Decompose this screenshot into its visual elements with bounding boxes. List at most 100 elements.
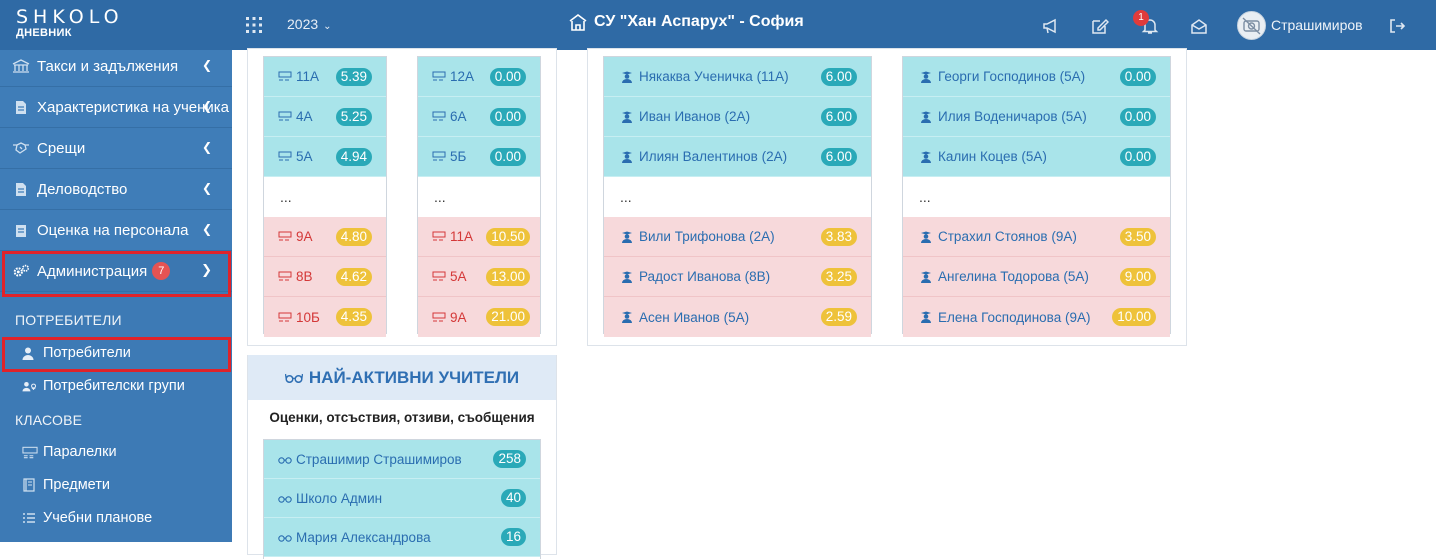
chevron-left-icon: ❮ [201, 181, 212, 195]
list-item[interactable]: Илия Воденичаров (5А) 0.00 [903, 97, 1170, 137]
list-item[interactable]: 9А 21.00 [418, 297, 540, 337]
clipboard-icon [12, 222, 30, 238]
list-item[interactable]: Радост Иванова (8В) 3.25 [604, 257, 871, 297]
sidebar-subitem-curricula[interactable]: Учебни планове [0, 503, 232, 533]
list-item[interactable]: Мария Александрова 16 [264, 518, 540, 557]
score-pill: 0.00 [1119, 67, 1156, 86]
score-pill: 0.00 [489, 147, 526, 166]
glasses-icon [278, 492, 292, 504]
apps-grid-icon[interactable] [246, 17, 262, 33]
teacher-name: Школо Админ [296, 490, 383, 506]
sidebar-item-meetings[interactable]: Срещи ❮ [0, 128, 232, 169]
student-icon [621, 311, 635, 323]
score-pill: 5.25 [335, 107, 372, 126]
highlight-box [2, 337, 231, 372]
list-item[interactable]: Вили Трифонова (2А) 3.83 [604, 217, 871, 257]
logo-text: SHKOLO [16, 6, 124, 28]
teachers-subtitle: Оценки, отсъствия, отзиви, съобщения [269, 410, 535, 425]
list-item[interactable]: Ангелина Тодорова (5А) 9.00 [903, 257, 1170, 297]
teachers-title: НАЙ-АКТИВНИ УЧИТЕЛИ [308, 367, 520, 387]
score-pill: 0.00 [1119, 147, 1156, 166]
camera-off-icon [1242, 17, 1261, 35]
student-icon [920, 111, 934, 123]
count-pill: 40 [500, 489, 526, 507]
sidebar-item-taxes[interactable]: Такси и задължения ❮ [0, 50, 232, 87]
glasses-icon [284, 373, 303, 383]
list-item[interactable]: 5А 13.00 [418, 257, 540, 297]
student-icon [920, 271, 934, 283]
school-name: СУ "Хан Аспарух" - София [594, 13, 804, 30]
classroom-icon [278, 231, 292, 243]
sidebar-item-characteristics[interactable]: Характеристика на ученика ❮ [0, 87, 232, 128]
list-item[interactable]: 9А 4.80 [264, 217, 386, 257]
class-list-absences: 12А 0.00 6А 0.00 5Б 0.00 ... 11А 10.50 5… [417, 56, 541, 337]
sidebar-item-label: Паралелки [43, 444, 117, 460]
classroom-icon [432, 151, 446, 163]
list-item[interactable]: 4А 5.25 [264, 97, 386, 137]
sidebar: Такси и задължения ❮ Характеристика на у… [0, 50, 232, 542]
sidebar-item-label: Потребителски групи [43, 378, 185, 394]
list-item[interactable]: Някаква Ученичка (11А) 6.00 [604, 57, 871, 97]
section-users-label: ПОТРЕБИТЕЛИ [15, 312, 122, 328]
list-item[interactable]: 12А 0.00 [418, 57, 540, 97]
score-pill: 10.50 [486, 227, 530, 246]
score-pill: 6.00 [820, 147, 857, 166]
document-icon [12, 99, 30, 115]
list-item[interactable]: Елена Господинова (9А) 10.00 [903, 297, 1170, 337]
file-icon [12, 181, 30, 197]
sidebar-item-records[interactable]: Деловодство ❮ [0, 169, 232, 210]
logout-icon[interactable] [1388, 17, 1406, 35]
chevron-left-icon: ❮ [201, 58, 212, 72]
class-name: 5Б [450, 149, 467, 164]
sidebar-subitem-classes[interactable]: Паралелки [0, 437, 232, 467]
username[interactable]: Страшимиров [1271, 17, 1363, 33]
glasses-icon [278, 453, 292, 465]
list-item[interactable]: Илиян Валентинов (2А) 6.00 [604, 137, 871, 177]
list-item[interactable]: Георги Господинов (5А) 0.00 [903, 57, 1170, 97]
student-name: Вили Трифонова (2А) [639, 229, 775, 244]
list-item[interactable]: 11А 10.50 [418, 217, 540, 257]
sidebar-subitem-subjects[interactable]: Предмети [0, 470, 232, 500]
list-item[interactable]: 5Б 0.00 [418, 137, 540, 177]
teachers-list: Страшимир Страшимиров 258 Школо Админ 40… [263, 439, 541, 559]
list-item[interactable]: 11А 5.39 [264, 57, 386, 97]
school-title: СУ "Хан Аспарух" - София [568, 13, 804, 31]
year-selector[interactable]: 2023 ⌄ [287, 16, 332, 32]
list-item[interactable]: Страхил Стоянов (9А) 3.50 [903, 217, 1170, 257]
list-item[interactable]: 8В 4.62 [264, 257, 386, 297]
list-item[interactable]: Школо Админ 40 [264, 479, 540, 518]
logo[interactable]: SHKOLO ДНЕВНИК [16, 7, 124, 39]
envelope-open-icon[interactable] [1190, 17, 1208, 35]
list-item[interactable]: Иван Иванов (2А) 6.00 [604, 97, 871, 137]
class-name: 11А [296, 69, 320, 84]
list-item[interactable]: 6А 0.00 [418, 97, 540, 137]
student-name: Някаква Ученичка (11А) [639, 69, 789, 84]
avatar[interactable] [1237, 11, 1266, 40]
classroom-icon [278, 271, 292, 283]
list-item[interactable]: 5А 4.94 [264, 137, 386, 177]
student-name: Елена Господинова (9А) [938, 309, 1091, 325]
score-pill: 4.94 [335, 147, 372, 166]
ellipsis-row: ... [903, 177, 1170, 217]
list-item[interactable]: Страшимир Страшимиров 258 [264, 440, 540, 479]
top-bar: SHKOLO ДНЕВНИК 2023 ⌄ СУ "Хан Аспарух" - … [0, 0, 1436, 50]
classroom-icon [278, 311, 292, 323]
logo-subtitle: ДНЕВНИК [16, 27, 72, 39]
sidebar-subitem-user-groups[interactable]: Потребителски групи [0, 371, 232, 401]
list-item[interactable]: Калин Коцев (5А) 0.00 [903, 137, 1170, 177]
edit-icon[interactable] [1091, 17, 1109, 35]
class-name: 4А [296, 109, 313, 124]
megaphone-icon[interactable] [1042, 17, 1060, 35]
teachers-panel-header: НАЙ-АКТИВНИ УЧИТЕЛИ [248, 355, 556, 400]
list-item[interactable]: Асен Иванов (5А) 2.59 [604, 297, 871, 337]
count-pill: 16 [500, 528, 526, 546]
sidebar-item-staff-evaluation[interactable]: Оценка на персонала ❮ [0, 210, 232, 251]
chevron-left-icon: ❮ [201, 222, 212, 236]
student-icon [920, 151, 934, 163]
student-name: Калин Коцев (5А) [938, 149, 1047, 164]
sidebar-item-label: Срещи [37, 139, 86, 157]
score-pill: 10.00 [1112, 308, 1156, 326]
class-name: 9А [450, 309, 467, 325]
count-pill: 258 [493, 450, 526, 468]
list-item[interactable]: 10Б 4.35 [264, 297, 386, 337]
